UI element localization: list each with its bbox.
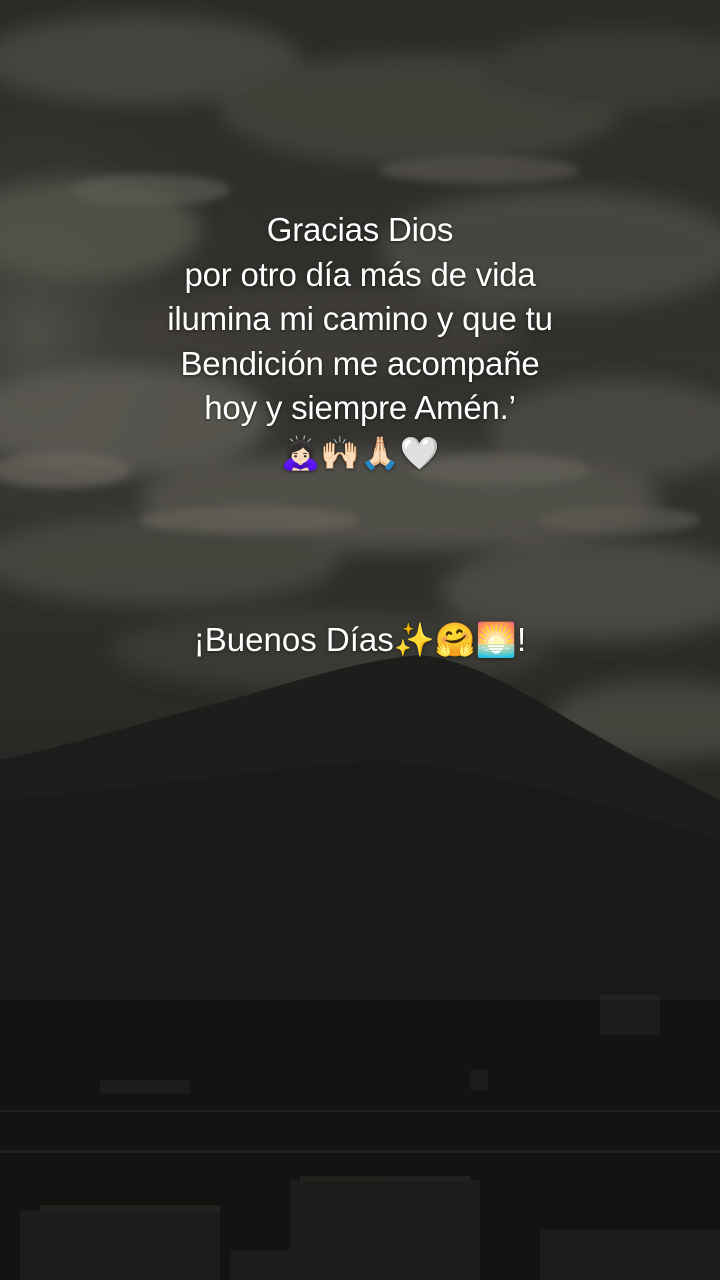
prayer-caption: Gracias Dios por otro día más de vida il… bbox=[0, 208, 720, 473]
caption-line: por otro día más de vida bbox=[184, 255, 536, 293]
caption-line: Gracias Dios bbox=[266, 211, 454, 248]
prayer-emojis: 🙇🏻‍♀️🙌🏻🙏🏻🤍 bbox=[280, 433, 440, 472]
caption-line: ilumina mi camino y que tu bbox=[167, 300, 553, 337]
photo-post: Gracias Dios por otro día más de vida il… bbox=[0, 0, 720, 1280]
greeting-emojis: ✨🤗🌅 bbox=[393, 620, 518, 659]
caption-line: hoy y siempre Amén.’ bbox=[204, 389, 516, 426]
greeting-end: ! bbox=[517, 621, 527, 658]
caption-line: Bendición me acompañe bbox=[180, 344, 540, 382]
greeting-caption: ¡Buenos Días✨🤗🌅! bbox=[0, 618, 720, 662]
greeting-text: ¡Buenos Días bbox=[193, 621, 394, 658]
